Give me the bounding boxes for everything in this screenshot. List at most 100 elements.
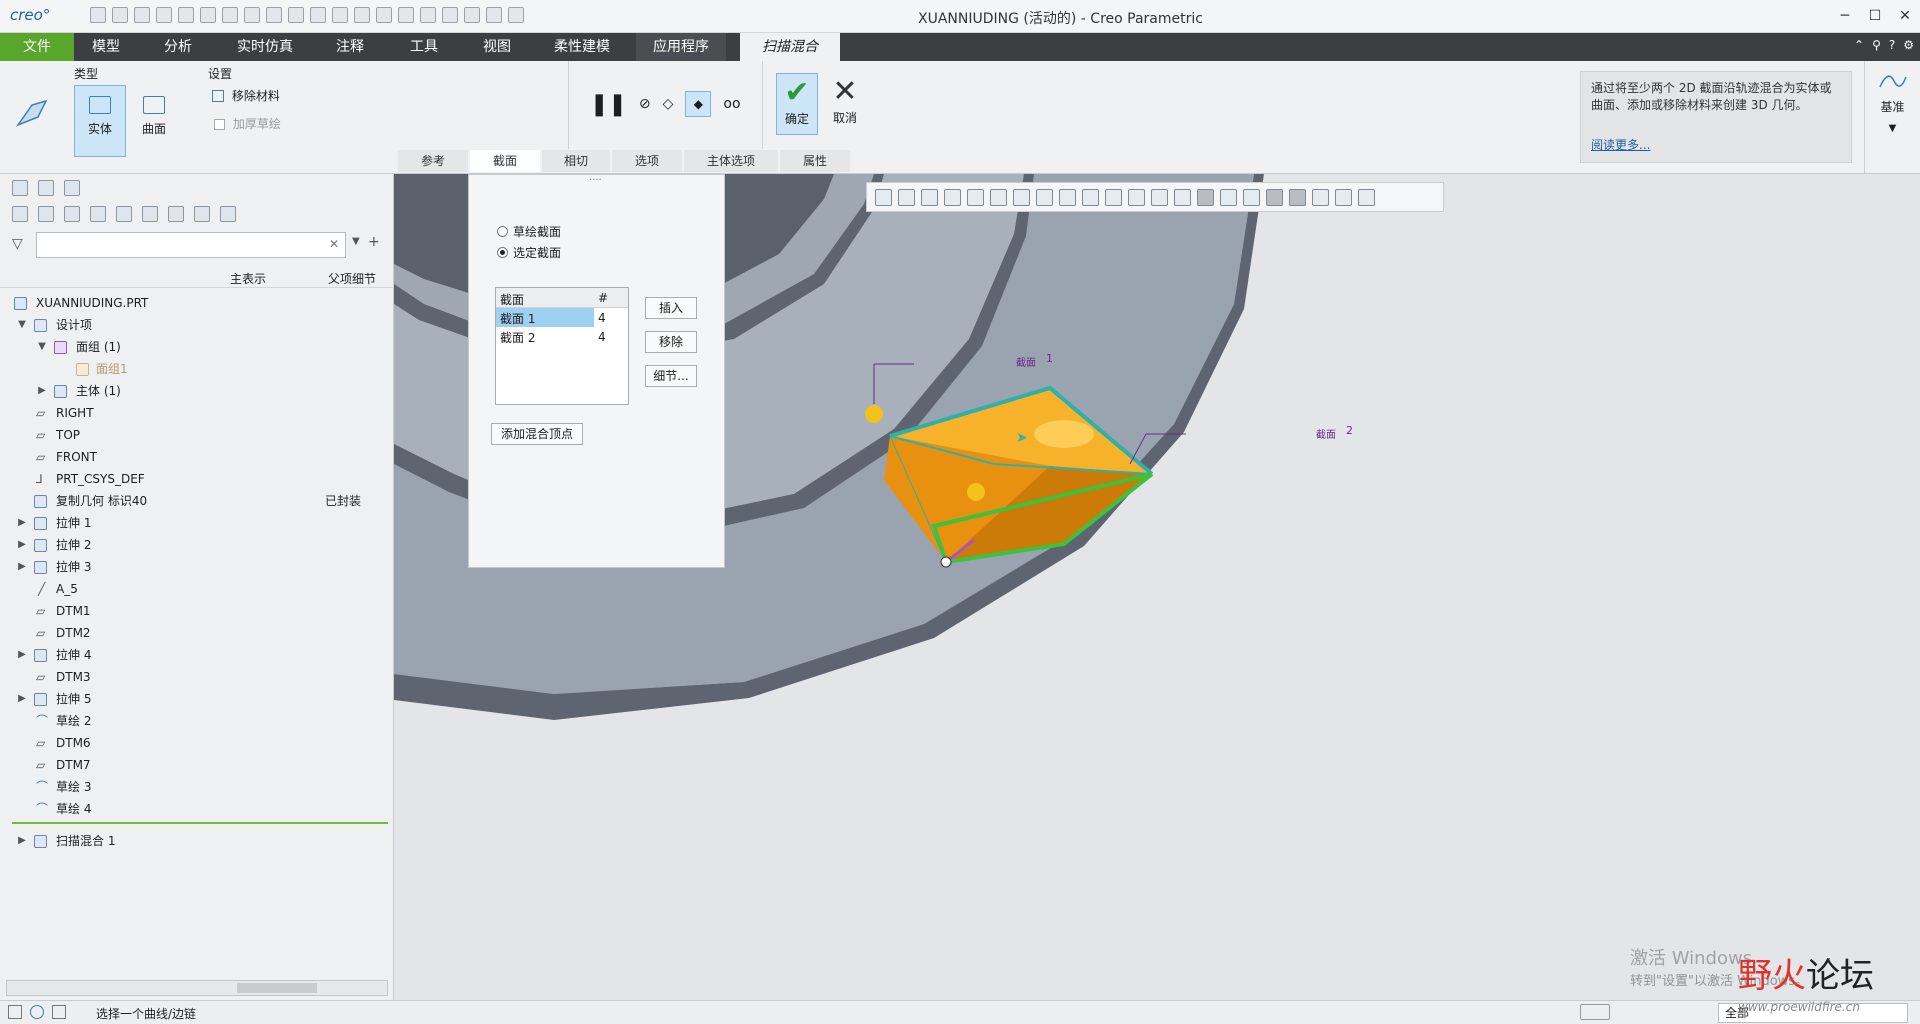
tree-columns-icon[interactable] <box>38 206 54 222</box>
tree-item-sketch4[interactable]: ⌒ 草绘 4 <box>0 798 394 820</box>
favorites-icon[interactable] <box>64 180 80 196</box>
customize-icon[interactable] <box>508 7 524 23</box>
selection-filter-icon[interactable] <box>1580 1004 1610 1020</box>
tree-item-extrude4[interactable]: ▶ 拉伸 4 <box>0 644 394 666</box>
detail-button[interactable]: 细节... <box>645 365 697 387</box>
collapse-icon[interactable]: ⌃ <box>1854 38 1864 52</box>
tree-item-copy-geom[interactable]: 复制几何 标识40 已封装 <box>0 490 394 512</box>
expand-icon[interactable]: ▶ <box>16 830 28 852</box>
tree-filter-icon[interactable] <box>64 206 80 222</box>
tree-item-sketch2[interactable]: ⌒ 草绘 2 <box>0 710 394 732</box>
insert-button[interactable]: 插入 <box>645 297 697 319</box>
tree-item-extrude1[interactable]: ▶ 拉伸 1 <box>0 512 394 534</box>
regenerate-icon[interactable] <box>200 7 216 23</box>
read-more-link[interactable]: 阅读更多... <box>1591 137 1650 154</box>
feature-display-icon[interactable] <box>1266 188 1283 206</box>
dimension-display-icon[interactable] <box>1243 188 1260 206</box>
solid-button[interactable]: 实体 <box>74 85 126 157</box>
undo-icon[interactable] <box>156 7 172 23</box>
tab-flexible-modeling[interactable]: 柔性建模 <box>542 33 622 61</box>
minimize-icon[interactable]: ─ <box>1830 0 1860 33</box>
tree-item-front[interactable]: ▱ FRONT <box>0 446 394 468</box>
expand-icon[interactable]: ▶ <box>16 512 28 534</box>
fullscreen-icon[interactable] <box>52 1005 66 1019</box>
subtab-properties[interactable]: 属性 <box>780 150 850 172</box>
select-icon[interactable] <box>310 7 326 23</box>
tree-item-dtm1[interactable]: ▱ DTM1 <box>0 600 394 622</box>
remove-button[interactable]: 移除 <box>645 331 697 353</box>
tree-item-quilt-group[interactable]: ▼ 面组 (1) <box>0 336 394 358</box>
zoom-in-icon[interactable] <box>898 188 915 206</box>
open-icon[interactable] <box>112 7 128 23</box>
pause-icon[interactable]: ❚❚ <box>590 92 627 117</box>
spin-center-display-icon[interactable] <box>1220 188 1237 206</box>
subtab-sections[interactable]: 截面 <box>470 150 540 172</box>
tree-item-csys[interactable]: ⅃ PRT_CSYS_DEF <box>0 468 394 490</box>
tab-tools[interactable]: 工具 <box>394 33 454 61</box>
glasses-icon[interactable]: oo <box>723 96 740 112</box>
perspective-icon[interactable] <box>1059 188 1076 206</box>
subtab-options[interactable]: 选项 <box>612 150 682 172</box>
tree-item-quilt1[interactable]: 面组1 <box>0 358 394 380</box>
expand-icon[interactable]: ▶ <box>16 644 28 666</box>
screenshot-icon[interactable] <box>1358 188 1375 206</box>
point-icon[interactable] <box>398 7 414 23</box>
tree-item-swept-blend[interactable]: ▶ 扫描混合 1 <box>0 830 394 852</box>
preview-icon[interactable]: ◇ <box>663 96 674 112</box>
expand-icon[interactable]: ▶ <box>16 534 28 556</box>
datum-group[interactable]: 基准 ▼ <box>1864 61 1920 173</box>
expand-icon[interactable]: ▶ <box>16 688 28 710</box>
tab-annotate[interactable]: 注释 <box>318 33 382 61</box>
layers-icon[interactable] <box>168 206 184 222</box>
ruler-icon[interactable] <box>486 7 502 23</box>
redo-icon[interactable] <box>178 7 194 23</box>
table-row[interactable]: 截面 2 4 <box>496 327 628 346</box>
axis-icon[interactable] <box>376 7 392 23</box>
verify-mode-icon[interactable]: ◆ <box>685 91 712 117</box>
tree-search-input[interactable]: ✕ <box>36 232 346 258</box>
settings-icon[interactable]: ⚙ <box>1903 38 1914 52</box>
repaint-icon[interactable] <box>944 188 961 206</box>
csys-icon[interactable] <box>420 7 436 23</box>
help-icon[interactable]: ? <box>1889 38 1895 52</box>
tree-settings-icon[interactable] <box>116 206 132 222</box>
thicken-sketch-option[interactable]: 加厚草绘 <box>214 115 281 132</box>
tree-item-sketch3[interactable]: ⌒ 草绘 3 <box>0 776 394 798</box>
no-preview-icon[interactable]: ⊘ <box>639 96 651 112</box>
paste-icon[interactable] <box>332 7 348 23</box>
tab-swept-blend[interactable]: 扫描混合 <box>740 33 840 61</box>
view-icon[interactable] <box>354 7 370 23</box>
search-icon[interactable]: ⚲ <box>1872 38 1881 52</box>
tree-item-top[interactable]: ▱ TOP <box>0 424 394 446</box>
tree-table-icon[interactable] <box>90 206 106 222</box>
windows-icon[interactable] <box>222 7 238 23</box>
save-icon[interactable] <box>134 7 150 23</box>
model-tree-tab-icon[interactable] <box>12 180 28 196</box>
tree-item-extrude5[interactable]: ▶ 拉伸 5 <box>0 688 394 710</box>
drag-handle[interactable]: ···· <box>589 175 602 186</box>
sketch-display-icon[interactable] <box>1289 188 1306 206</box>
remove-material-option[interactable]: 移除材料 <box>212 87 280 104</box>
close-window-icon[interactable] <box>244 7 260 23</box>
maximize-icon[interactable]: ☐ <box>1860 0 1890 33</box>
datum-display-icon[interactable] <box>1197 188 1214 206</box>
expand-icon[interactable]: ▼ <box>16 314 28 336</box>
show-icon[interactable] <box>12 206 28 222</box>
spin-center-icon[interactable] <box>967 188 984 206</box>
plane-icon[interactable] <box>288 7 304 23</box>
clear-icon[interactable]: ✕ <box>329 237 339 251</box>
tree-item-design-items[interactable]: ▼ 设计项 <box>0 314 394 336</box>
tree-item-bodies[interactable]: ▶ 主体 (1) <box>0 380 394 402</box>
annotation-display-icon[interactable] <box>1082 188 1099 206</box>
tab-view[interactable]: 视图 <box>466 33 528 61</box>
add-blend-vertex-button[interactable]: 添加混合顶点 <box>491 423 583 445</box>
tab-analysis[interactable]: 分析 <box>148 33 208 61</box>
tree-item-extrude3[interactable]: ▶ 拉伸 3 <box>0 556 394 578</box>
subtab-tangency[interactable]: 相切 <box>542 150 610 172</box>
close-icon[interactable]: ✕ <box>1890 0 1920 33</box>
tree-expand-icon[interactable] <box>142 206 158 222</box>
display-style-icon[interactable] <box>990 188 1007 206</box>
column-parent-details[interactable]: 父项细节 <box>328 270 376 287</box>
column-main-representation[interactable]: 主表示 <box>230 270 266 287</box>
refit-icon[interactable] <box>875 188 892 206</box>
